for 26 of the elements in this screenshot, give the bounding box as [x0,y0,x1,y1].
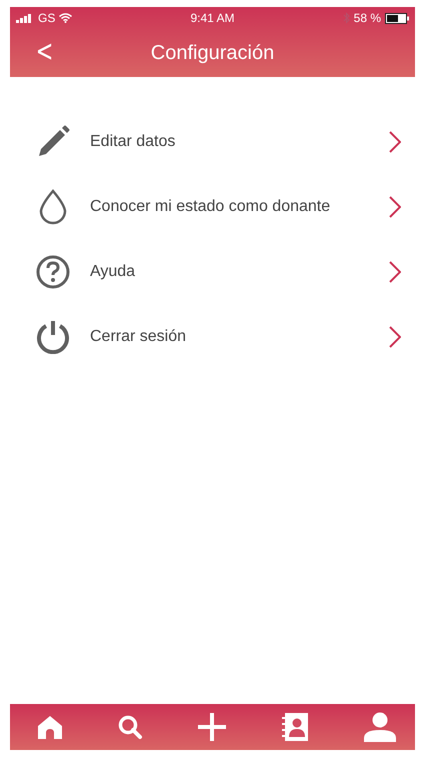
contacts-icon[interactable] [281,712,309,742]
profile-icon[interactable] [363,712,397,742]
carrier-name: GS [38,11,56,25]
settings-item[interactable]: Ayuda [10,239,415,304]
settings-item[interactable]: Cerrar sesión [10,304,415,369]
wifi-icon [59,13,72,23]
battery-icon [385,12,409,24]
back-button[interactable]: < [32,37,56,67]
search-icon[interactable] [117,714,143,740]
battery-percentage: 58 % [354,11,381,25]
settings-item[interactable]: Conocer mi estado como donante [10,174,415,239]
help-icon [36,254,70,288]
chevron-icon [389,196,401,218]
chevron-icon [389,130,401,152]
status-time: 9:41 AM [190,11,235,25]
settings-item[interactable]: Editar datos [10,109,415,174]
bluetooth-icon [342,12,350,24]
drop-icon [38,188,68,224]
home-icon[interactable] [37,715,63,739]
screen-title: Configuración [150,42,274,64]
signal-icon [16,14,34,22]
pencil-icon [36,124,70,158]
add-icon[interactable] [197,712,227,742]
chevron-icon [389,326,401,348]
chevron-icon [389,260,401,282]
power-icon [36,320,70,354]
